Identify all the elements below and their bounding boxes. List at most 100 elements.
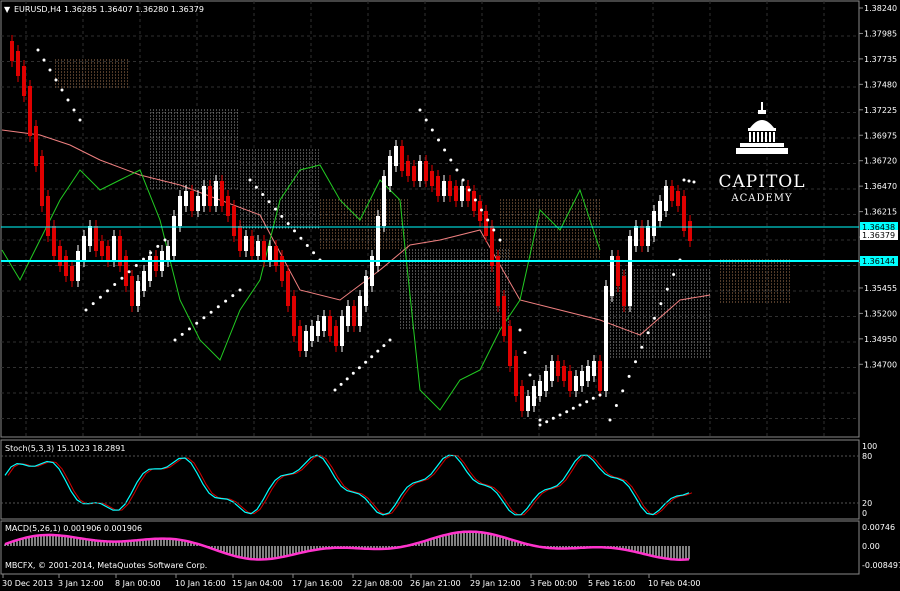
stoch-tick-80: 80 [862, 452, 872, 461]
sar-dot [66, 98, 70, 102]
candle-body [58, 246, 62, 266]
candle-body [394, 146, 398, 166]
sar-dot [437, 138, 440, 142]
candle-body [46, 196, 50, 236]
sar-dot [106, 289, 109, 293]
candle-body [466, 186, 470, 201]
sar-dot [286, 222, 290, 226]
candle-body [382, 176, 386, 226]
candle-body [304, 331, 308, 351]
candle-body [376, 216, 380, 266]
sar-dot [528, 373, 532, 377]
candle-body [532, 386, 536, 406]
candle-body [514, 356, 518, 396]
sar-dot [558, 413, 562, 417]
candle-body [280, 256, 284, 281]
candle-body [574, 376, 578, 391]
candle-body [442, 181, 446, 196]
price-tick-label: 1.38240 [864, 4, 897, 13]
sar-dot [72, 108, 76, 112]
sar-dot [48, 68, 52, 72]
time-tick-label: 3 Jan 12:00 [58, 579, 104, 588]
candle-body [682, 196, 686, 231]
price-tick-label: 1.37735 [864, 55, 897, 64]
candle-body [184, 191, 188, 206]
candle-body [232, 206, 236, 236]
sar-dot [627, 374, 631, 378]
sar-dot [665, 287, 669, 291]
time-tick-label: 5 Feb 16:00 [588, 579, 635, 588]
sar-dot [173, 338, 177, 342]
candle-body [40, 156, 44, 206]
candle-body [658, 201, 662, 221]
time-tick-label: 22 Jan 08:00 [352, 579, 403, 588]
candle-body [274, 246, 278, 266]
candle-body [76, 251, 80, 281]
sar-dot [538, 423, 542, 427]
candle-body [664, 186, 668, 211]
candle-body [154, 256, 158, 271]
sar-dot [180, 332, 184, 336]
sar-dot [224, 299, 228, 303]
candle-body [448, 181, 452, 196]
candle-body [346, 306, 350, 326]
candle-body [106, 246, 110, 261]
sar-dot [621, 389, 625, 393]
time-tick-label: 15 Jan 04:00 [232, 579, 283, 588]
candle-body [388, 156, 392, 186]
price-tick-label: 1.35200 [864, 309, 897, 318]
time-tick-label: 10 Feb 04:00 [648, 579, 700, 588]
sar-dot [614, 404, 618, 407]
candle-body [400, 146, 404, 171]
candle-body [148, 256, 152, 281]
sar-dot [293, 229, 296, 233]
sar-dot [274, 207, 277, 211]
candle-body [562, 366, 566, 381]
sar-dot [646, 331, 650, 335]
sar-dot [339, 382, 343, 386]
candle-body [202, 186, 206, 206]
sar-dot [312, 251, 316, 255]
sar-dot [545, 420, 549, 424]
candle-body [670, 186, 674, 201]
stoch-label: Stoch(5,3,3) 15.1023 18.2891 [5, 444, 125, 453]
time-tick-label: 30 Dec 2013 [2, 579, 53, 588]
sar-dot [461, 178, 465, 182]
candle-body [244, 236, 248, 251]
chart-canvas[interactable]: ▼ EURUSD,H4 1.36285 1.36407 1.36280 1.36… [0, 0, 900, 591]
candle-body [262, 241, 266, 261]
candle-body [460, 186, 464, 201]
sar-dot [216, 305, 220, 309]
sar-dot [498, 238, 502, 242]
candle-body [358, 296, 362, 326]
candle-body [496, 256, 500, 306]
sar-dot [333, 388, 337, 392]
time-tick-label: 26 Jan 21:00 [410, 579, 461, 588]
sar-dot [473, 198, 477, 202]
sar-dot [585, 400, 589, 404]
candle-body [622, 276, 626, 306]
sar-dot [659, 302, 663, 306]
sar-dot [538, 418, 542, 422]
sar-dot [195, 321, 199, 325]
time-axis: 30 Dec 2013 3 Jan 12:00 8 Jan 00:00 10 Jan … [2, 574, 700, 588]
candle-body [340, 316, 344, 346]
price-tick-label: 1.34700 [864, 360, 897, 369]
candle-body [136, 281, 140, 306]
sar-dot [248, 178, 252, 182]
price-tick-label: 1.37225 [864, 106, 897, 115]
price-tick-label: 1.35455 [864, 284, 897, 293]
sar-dot [364, 360, 368, 364]
sar-dot [533, 396, 537, 399]
sar-dot [492, 228, 496, 232]
sar-dot [84, 308, 88, 312]
time-tick-label: 10 Jan 16:00 [175, 579, 226, 588]
sar-dot [187, 327, 191, 331]
price-tick-label: 1.36470 [864, 182, 897, 191]
time-tick-label: 8 Jan 00:00 [115, 579, 161, 588]
candle-body [250, 236, 254, 256]
candle-body [604, 286, 608, 391]
sar-dot [113, 283, 117, 286]
sar-dot [571, 406, 575, 410]
candle-body [556, 361, 560, 376]
